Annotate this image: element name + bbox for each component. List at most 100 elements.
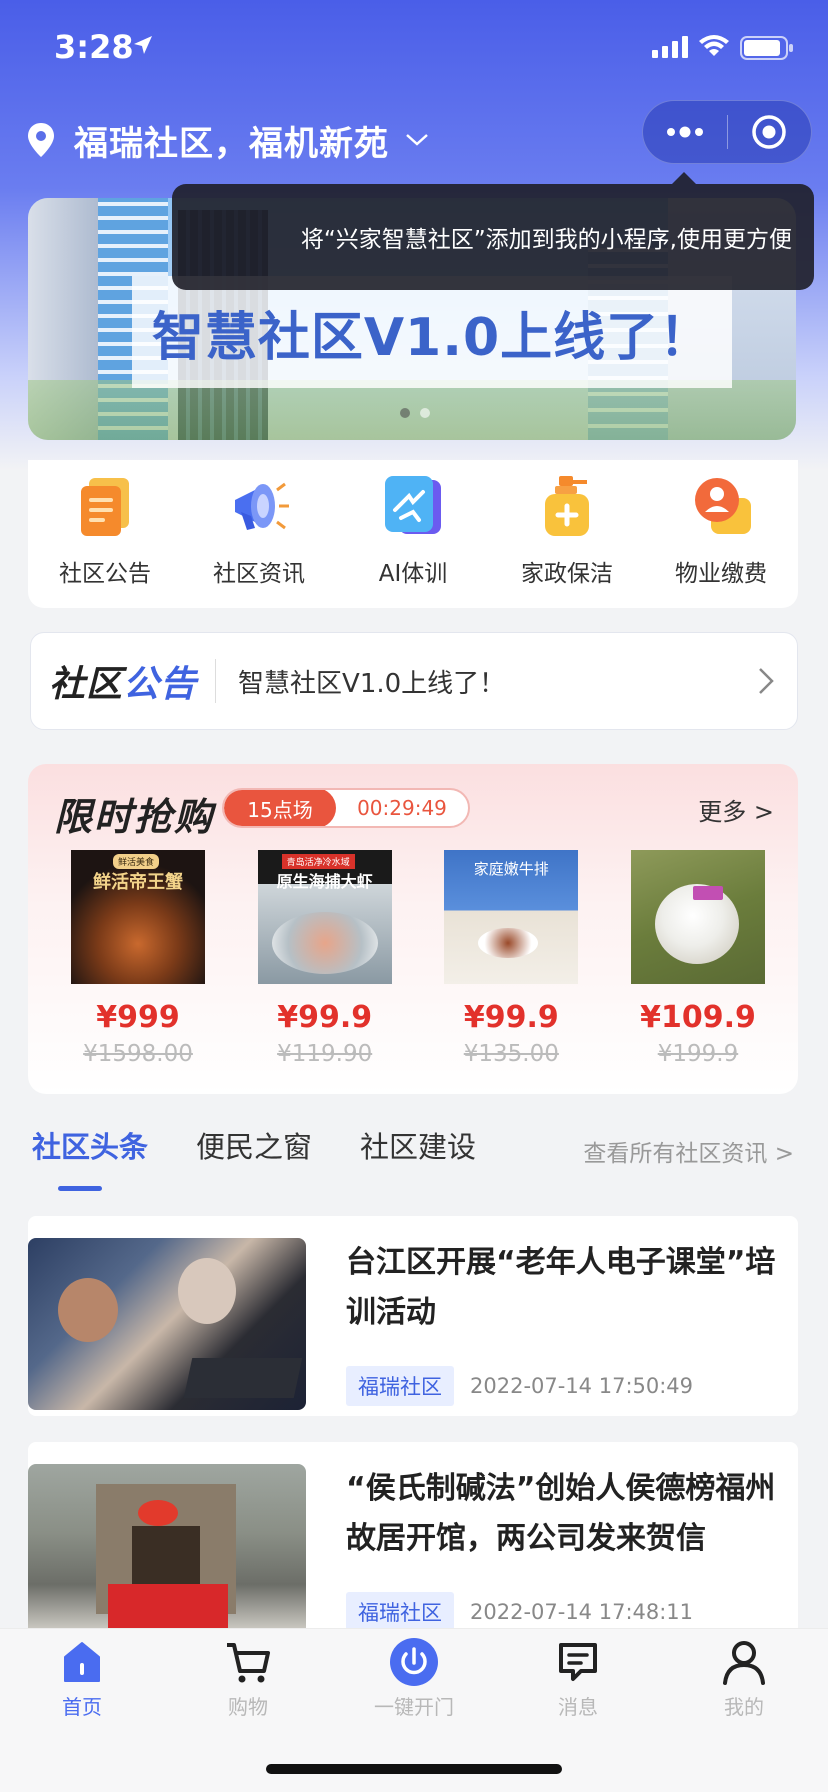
notice-divider <box>215 659 217 703</box>
product-price: ¥109.9 <box>640 1000 756 1035</box>
view-all-news-link[interactable]: 查看所有社区资讯 > <box>583 1134 794 1168</box>
quick-menu-news[interactable]: 社区资讯 <box>182 460 336 608</box>
tab-community-building[interactable]: 社区建设 <box>360 1124 476 1166</box>
nav-open-door[interactable]: 一键开门 <box>354 1637 474 1720</box>
tooltip-text: 将“兴家智慧社区”添加到我的小程序,使用更方便 <box>300 227 792 253</box>
product-card[interactable]: ¥109.9 ¥199.9 <box>608 850 788 1067</box>
product-price: ¥99.9 <box>277 1000 373 1035</box>
notice-doc-icon <box>81 478 129 536</box>
thumb-ribbon <box>138 1500 178 1526</box>
news-tag: 福瑞社区 <box>346 1592 454 1632</box>
close-button[interactable] <box>728 100 812 164</box>
product-original-price: ¥119.90 <box>277 1041 373 1067</box>
news-item[interactable]: 台江区开展“老年人电子课堂”培训活动 福瑞社区 2022-07-14 17:50… <box>28 1216 798 1416</box>
flash-sale-timer: 15点场 00:29:49 <box>222 788 470 828</box>
news-title: “侯氏制碱法”创始人侯德榜福州故居开馆，两公司发来贺信 <box>346 1471 776 1556</box>
news-thumbnail <box>28 1238 306 1410</box>
miniprogram-capsule <box>642 100 812 164</box>
status-bar: 3:28 <box>0 0 828 100</box>
nav-label: 购物 <box>228 1695 268 1719</box>
product-price: ¥99.9 <box>463 1000 559 1035</box>
product-image-tag: 鲜活美食 <box>113 854 160 869</box>
thumb-person <box>58 1278 118 1342</box>
nav-home[interactable]: 首页 <box>22 1637 142 1720</box>
steak-plate <box>478 928 539 958</box>
tab-convenience-window[interactable]: 便民之窗 <box>196 1124 312 1166</box>
ai-training-icon <box>385 476 441 534</box>
close-target-icon <box>752 115 786 149</box>
banner-title: 智慧社区V1.0上线了！ <box>151 307 713 368</box>
banner-dot <box>420 408 430 418</box>
chevron-down-icon <box>406 134 428 146</box>
tab-community-headlines[interactable]: 社区头条 <box>32 1124 148 1166</box>
news-thumbnail <box>28 1464 306 1636</box>
message-icon <box>559 1643 597 1681</box>
product-image-shrimp: 青岛活净冷水域 原生海捕大虾 <box>257 850 392 984</box>
coconut-label <box>692 886 723 900</box>
quick-menu-label: AI体训 <box>378 561 448 587</box>
battery-icon <box>740 36 793 60</box>
location-pin-icon <box>28 123 54 157</box>
product-list: 鲜活美食 鲜活帝王蟹 ¥999 ¥1598.00 青岛活净冷水域 原生海捕大虾 … <box>48 850 788 1067</box>
quick-menu-label: 社区资讯 <box>213 561 305 587</box>
tooltip-arrow <box>672 172 696 184</box>
user-icon <box>723 1641 765 1685</box>
flash-sale-section: 限时抢购 15点场 00:29:49 更多 > 鲜活美食 鲜活帝王蟹 ¥999 … <box>28 764 798 1094</box>
news-title: 台江区开展“老年人电子课堂”培训活动 <box>346 1245 776 1330</box>
product-image-tag: 青岛活净冷水域 <box>281 854 355 869</box>
home-indicator <box>266 1764 562 1774</box>
nav-label: 消息 <box>558 1695 598 1719</box>
quick-menu-label: 物业缴费 <box>675 561 767 587</box>
news-item[interactable]: “侯氏制碱法”创始人侯德榜福州故居开馆，两公司发来贺信 福瑞社区 2022-07… <box>28 1442 798 1642</box>
nav-profile[interactable]: 我的 <box>684 1637 804 1720</box>
news-tabs: 社区头条 便民之窗 社区建设 查看所有社区资讯 > <box>0 1116 828 1196</box>
quick-menu-cleaning[interactable]: 家政保洁 <box>490 460 644 608</box>
nav-label: 我的 <box>724 1695 764 1719</box>
notice-logo-part1: 社区 <box>49 664 124 705</box>
location-selector[interactable]: 福瑞社区，福机新苑 <box>26 112 429 168</box>
shrimp-plate <box>271 912 378 974</box>
add-miniprogram-tooltip: 将“兴家智慧社区”添加到我的小程序,使用更方便 <box>172 184 814 290</box>
product-card[interactable]: 青岛活净冷水域 原生海捕大虾 ¥99.9 ¥119.90 <box>235 850 415 1067</box>
product-original-price: ¥199.9 <box>657 1041 739 1067</box>
flash-sale-more-link[interactable]: 更多 > <box>698 792 774 827</box>
product-card[interactable]: 家庭嫩牛排 ¥99.9 ¥135.00 <box>421 850 601 1067</box>
notice-logo: 社区公告 <box>49 655 197 707</box>
quick-menu-property-fee[interactable]: 物业缴费 <box>644 460 798 608</box>
quick-menu-label: 社区公告 <box>59 561 151 587</box>
product-original-price: ¥135.00 <box>463 1041 559 1067</box>
product-image-coconut <box>630 850 765 984</box>
power-icon <box>390 1638 438 1686</box>
more-dots-icon <box>666 126 703 138</box>
location-arrow-icon <box>134 36 152 54</box>
signal-icon <box>652 36 688 58</box>
product-image-steak: 家庭嫩牛排 <box>444 850 579 984</box>
nav-messages[interactable]: 消息 <box>518 1637 638 1720</box>
flash-sale-title: 限时抢购 <box>54 795 215 839</box>
more-button[interactable] <box>643 100 727 164</box>
news-time: 2022-07-14 17:48:11 <box>470 1600 694 1624</box>
quick-menu-ai-training[interactable]: AI体训 <box>336 460 490 608</box>
product-image-text: 家庭嫩牛排 <box>473 860 549 878</box>
wifi-icon <box>699 35 729 56</box>
product-card[interactable]: 鲜活美食 鲜活帝王蟹 ¥999 ¥1598.00 <box>48 850 228 1067</box>
cleaning-bottle-icon <box>545 476 589 536</box>
property-fee-icon <box>695 478 751 534</box>
tab-active-indicator <box>58 1186 102 1191</box>
notice-logo-part2: 公告 <box>123 664 198 705</box>
location-name: 福瑞社区，福机新苑 <box>74 123 389 164</box>
quick-menu-notice[interactable]: 社区公告 <box>28 460 182 608</box>
banner-dots <box>400 408 430 418</box>
product-image-king-crab: 鲜活美食 鲜活帝王蟹 <box>71 850 205 984</box>
nav-shopping[interactable]: 购物 <box>188 1637 308 1720</box>
cart-icon <box>227 1643 270 1683</box>
community-notice-bar[interactable]: 社区公告 智慧社区V1.0上线了！ <box>30 632 798 730</box>
flash-sale-countdown: 00:29:49 <box>357 796 447 820</box>
chevron-right-icon <box>759 668 774 694</box>
nav-label: 首页 <box>62 1695 102 1719</box>
notice-text: 智慧社区V1.0上线了！ <box>238 668 506 699</box>
thumb-person <box>178 1258 236 1324</box>
product-image-text: 原生海捕大虾 <box>276 872 373 891</box>
banner-dot <box>400 408 410 418</box>
status-time: 3:28 <box>54 28 134 66</box>
